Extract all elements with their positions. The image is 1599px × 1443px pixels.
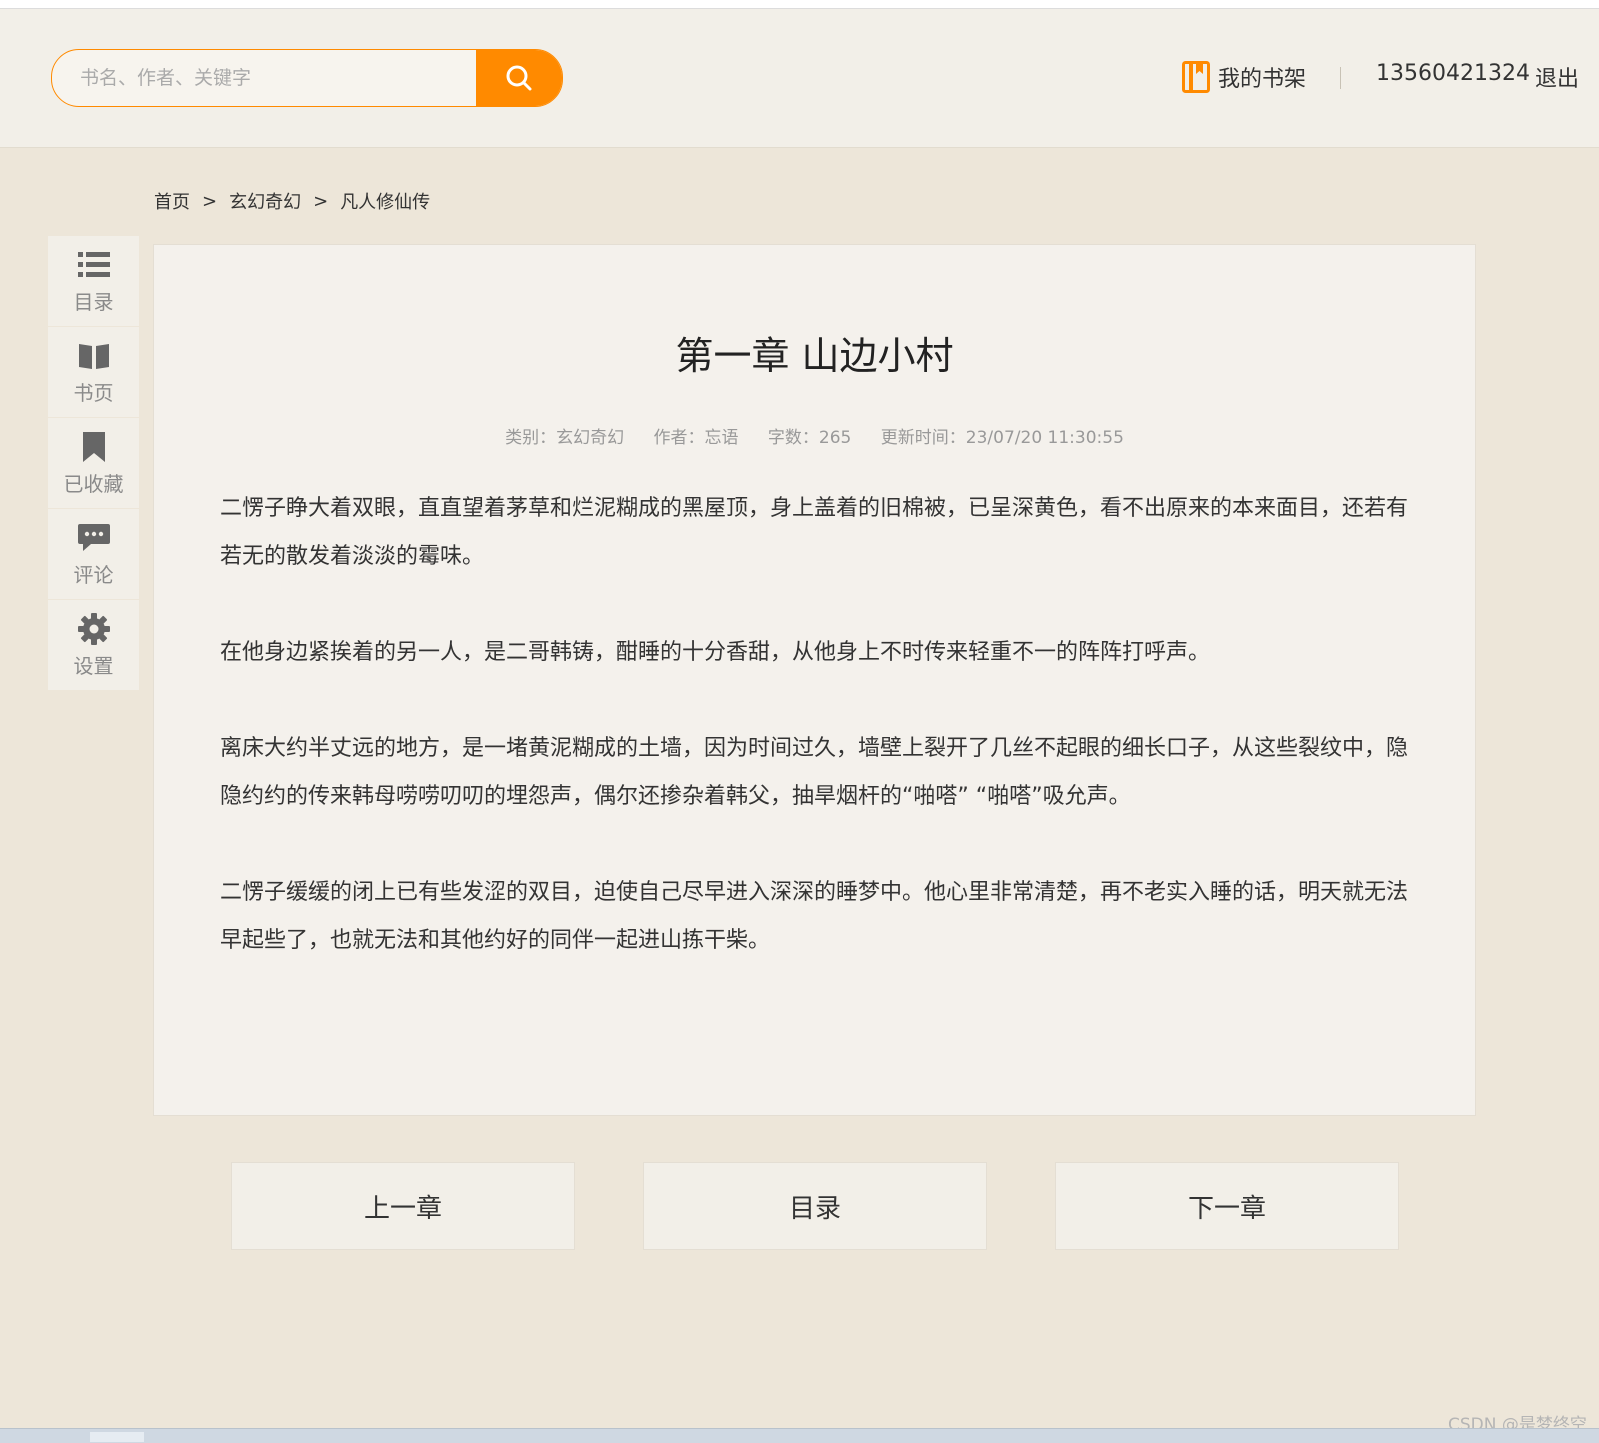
breadcrumb: 首页 > 玄幻奇幻 > 凡人修仙传 <box>154 188 430 214</box>
browser-bottom-bar <box>0 1428 1599 1443</box>
breadcrumb-book[interactable]: 凡人修仙传 <box>340 188 430 214</box>
header-divider <box>1340 67 1341 89</box>
sidebar-item-book-page[interactable]: 书页 <box>48 327 139 417</box>
sidebar-item-label: 评论 <box>73 562 114 587</box>
chapter-body: 二愣子睁大着双眼，直直望着茅草和烂泥糊成的黑屋顶，身上盖着的旧棉被，已呈深黄色，… <box>220 485 1410 1013</box>
breadcrumb-category[interactable]: 玄幻奇幻 <box>229 188 301 214</box>
sidebar-item-favorite[interactable]: 已收藏 <box>48 418 139 508</box>
chapter-paragraph: 二愣子睁大着双眼，直直望着茅草和烂泥糊成的黑屋顶，身上盖着的旧棉被，已呈深黄色，… <box>220 496 1409 569</box>
browser-bottom-tab[interactable] <box>90 1432 144 1442</box>
breadcrumb-separator: > <box>313 190 329 212</box>
bookshelf-label: 我的书架 <box>1218 67 1307 92</box>
book-icon <box>77 339 111 373</box>
bookshelf-icon <box>1182 61 1210 93</box>
sidebar-item-toc[interactable]: 目录 <box>48 236 139 326</box>
sidebar-item-label: 目录 <box>73 289 114 314</box>
reader-sidebar: 目录 书页 已收藏 评论 设置 <box>48 236 139 691</box>
search-input[interactable] <box>52 50 472 106</box>
breadcrumb-separator: > <box>202 190 218 212</box>
meta-author: 作者：忘语 <box>653 428 739 448</box>
search-box <box>51 49 563 107</box>
search-icon <box>506 65 532 91</box>
chapter-paragraph: 二愣子缓缓的闭上已有些发涩的双目，迫使自己尽早进入深深的睡梦中。他心里非常清楚，… <box>220 880 1409 953</box>
chapter-meta: 类别：玄幻奇幻 作者：忘语 字数：265 更新时间：23/07/20 11:30… <box>154 423 1475 448</box>
my-bookshelf-link[interactable]: 我的书架 <box>1182 60 1306 94</box>
toc-button[interactable]: 目录 <box>643 1162 987 1250</box>
meta-word-count: 字数：265 <box>767 428 852 448</box>
chapter-title: 第一章 山边小村 <box>675 334 954 378</box>
sidebar-item-label: 书页 <box>73 380 114 405</box>
meta-category: 类别：玄幻奇幻 <box>505 428 625 448</box>
sidebar-item-label: 设置 <box>73 653 114 678</box>
list-icon <box>77 248 111 282</box>
breadcrumb-home[interactable]: 首页 <box>154 188 190 214</box>
logout-link[interactable]: 退出 <box>1535 61 1579 93</box>
sidebar-item-settings[interactable]: 设置 <box>48 600 139 690</box>
bookmark-icon <box>77 430 111 464</box>
chapter-paragraph: 在他身边紧挨着的另一人，是二哥韩铸，酣睡的十分香甜，从他身上不时传来轻重不一的阵… <box>220 640 1211 665</box>
comment-icon <box>77 521 111 555</box>
meta-updated-time: 更新时间：23/07/20 11:30:55 <box>880 428 1124 448</box>
sidebar-item-label: 已收藏 <box>63 471 124 496</box>
user-account[interactable]: 13560421324 <box>1376 61 1530 86</box>
chapter-paragraph: 离床大约半丈远的地方，是一堵黄泥糊成的土墙，因为时间过久，墙壁上裂开了几丝不起眼… <box>220 736 1409 809</box>
search-button[interactable] <box>476 50 562 106</box>
site-header: 我的书架 13560421324 退出 <box>0 9 1599 148</box>
next-chapter-button[interactable]: 下一章 <box>1055 1162 1399 1250</box>
sidebar-item-comments[interactable]: 评论 <box>48 509 139 599</box>
gear-icon <box>77 612 111 646</box>
prev-chapter-button[interactable]: 上一章 <box>231 1162 575 1250</box>
chapter-content-panel: 第一章 山边小村 类别：玄幻奇幻 作者：忘语 字数：265 更新时间：23/07… <box>153 244 1476 1116</box>
browser-top-edge <box>0 0 1599 9</box>
